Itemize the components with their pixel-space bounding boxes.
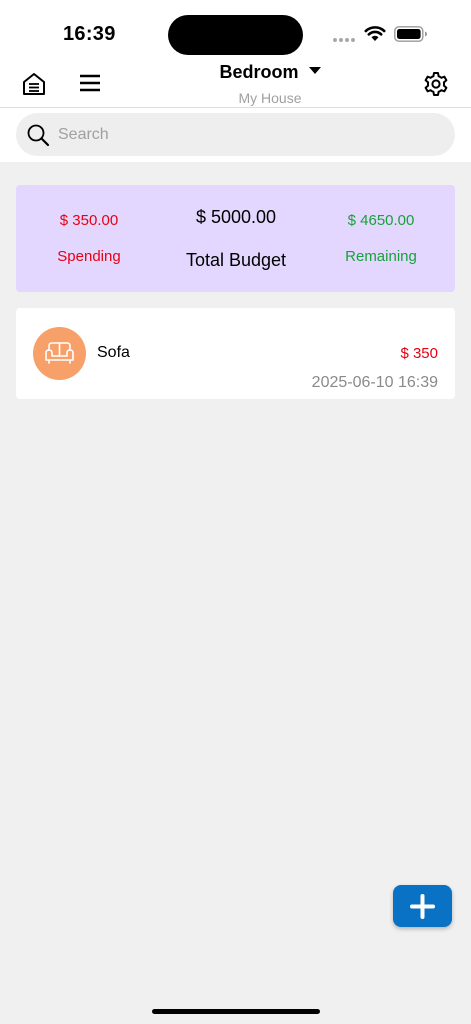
expense-avatar bbox=[33, 327, 86, 380]
total-budget-amount: $ 5000.00 bbox=[195, 207, 277, 227]
gear-icon[interactable] bbox=[423, 71, 449, 97]
dynamic-island bbox=[168, 15, 303, 55]
room-selector[interactable]: Bedroom bbox=[200, 62, 340, 83]
search-input[interactable] bbox=[58, 113, 438, 156]
sofa-icon bbox=[45, 342, 74, 364]
expense-amount: $ 350 bbox=[400, 345, 438, 362]
expense-datetime: 2025-06-10 16:39 bbox=[311, 374, 438, 391]
page-title: Bedroom bbox=[219, 62, 299, 82]
status-time: 16:39 bbox=[63, 23, 116, 45]
spending-label: Spending bbox=[57, 248, 121, 265]
expense-name: Sofa bbox=[97, 344, 130, 361]
spending-amount: $ 350.00 bbox=[59, 212, 119, 229]
add-expense-button[interactable] bbox=[393, 885, 452, 927]
remaining-amount: $ 4650.00 bbox=[347, 212, 415, 229]
cellular-signal-icon bbox=[333, 38, 355, 42]
search-icon bbox=[27, 124, 50, 147]
budget-summary-card: $ 350.00 Spending $ 5000.00 Total Budget… bbox=[16, 185, 455, 292]
battery-icon bbox=[394, 26, 427, 42]
wifi-icon bbox=[364, 26, 386, 41]
home-indicator[interactable] bbox=[152, 1009, 320, 1014]
expense-row[interactable]: Sofa $ 350 2025-06-10 16:39 bbox=[16, 308, 455, 399]
plus-icon bbox=[410, 894, 435, 919]
nav-divider bbox=[0, 107, 471, 108]
menu-icon[interactable] bbox=[79, 73, 101, 93]
total-budget-label: Total Budget bbox=[185, 250, 287, 270]
house-icon[interactable] bbox=[21, 71, 47, 97]
search-bar[interactable] bbox=[16, 113, 455, 156]
caret-down-icon bbox=[308, 67, 321, 74]
page-subtitle: My House bbox=[238, 90, 302, 106]
remaining-label: Remaining bbox=[345, 248, 417, 265]
